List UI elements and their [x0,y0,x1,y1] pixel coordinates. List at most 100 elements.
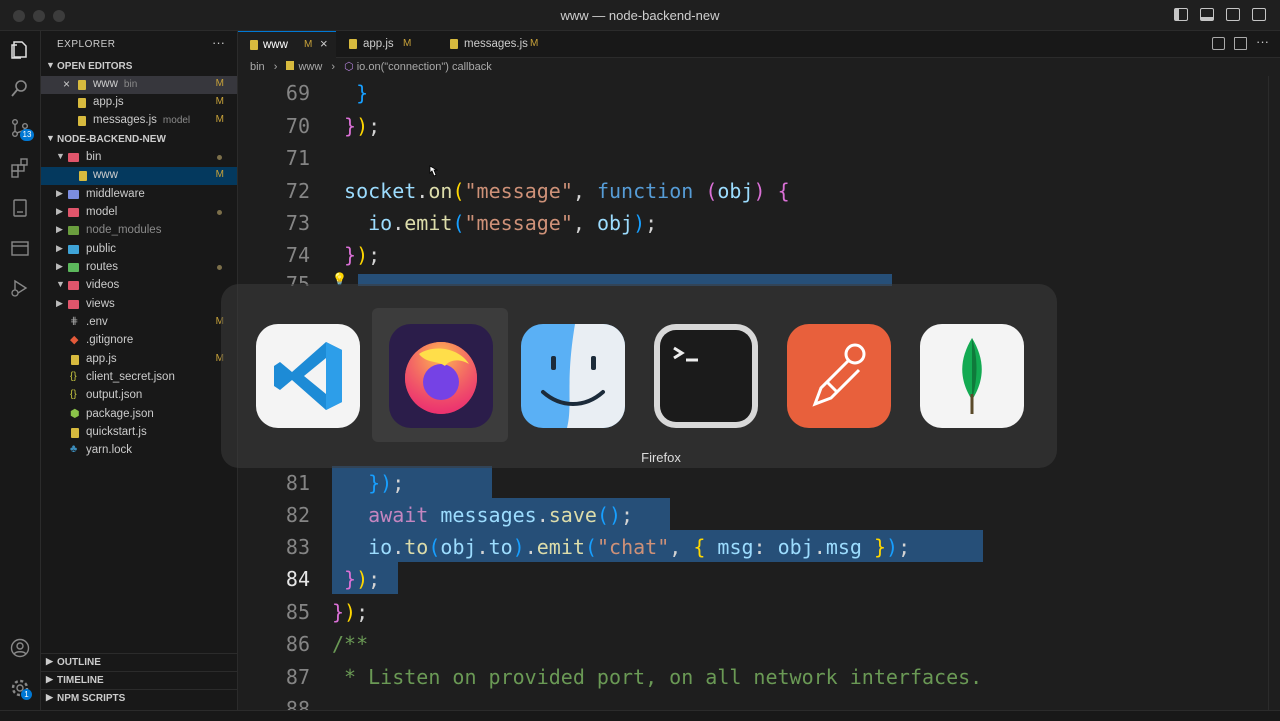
folder-icon [68,281,79,290]
editor-scrollbar[interactable] [1268,76,1280,716]
remote-explorer-icon[interactable] [9,197,31,219]
postman-icon[interactable] [787,324,891,428]
toggle-panel-icon[interactable] [1200,8,1214,21]
terminal-icon[interactable] [654,324,758,428]
tree-folder-node-modules[interactable]: ▶ node_modules [41,222,237,240]
close-icon[interactable]: × [320,36,328,51]
line-number: 86 [285,632,310,656]
tree-file-app-js[interactable]: app.js M [41,351,237,369]
line-number: 87 [285,665,310,689]
tree-file-client-secret[interactable]: {} client_secret.json [41,369,237,387]
code-line: }); [368,471,405,495]
status-bar [0,710,1280,721]
tree-folder-bin[interactable]: ▼ bin [41,149,237,167]
open-editor-item[interactable]: app.js M [41,94,237,112]
settings-file-icon: ⋕ [70,316,79,327]
project-section[interactable]: ▼ NODE-BACKEND-NEW [41,131,237,149]
more-actions-icon[interactable]: ··· [212,35,225,50]
tree-folder-middleware[interactable]: ▶ middleware [41,186,237,204]
toggle-sidebar-icon[interactable] [1174,8,1188,21]
json-file-icon: {} [70,389,77,400]
close-icon[interactable]: × [63,77,70,91]
explorer-sidebar: EXPLORER ··· ▼ OPEN EDITORS × www bin M ap… [41,31,238,720]
breadcrumb-item[interactable]: www [298,61,322,73]
code-line: * Listen on provided port, on all networ… [332,665,983,689]
compare-changes-icon[interactable] [1212,37,1225,50]
firefox-icon[interactable] [389,324,493,428]
account-icon[interactable] [9,637,31,659]
code-line: io.to(obj.to).emit("chat", { msg: obj.ms… [368,535,911,559]
js-file-icon [78,80,86,90]
breadcrumb-item[interactable]: io.on("connection") callback [357,61,492,73]
line-number: 70 [285,114,310,138]
js-file-icon [250,40,258,50]
js-file-icon [78,116,86,126]
npm-scripts-section[interactable]: ▶ NPM SCRIPTS [41,689,237,708]
app-switcher: Firefox [221,284,1057,468]
tree-file-output-json[interactable]: {} output.json [41,387,237,405]
selected-app-label: Firefox [641,450,681,465]
finder-icon[interactable] [521,324,625,428]
git-file-icon: ◆ [70,334,79,346]
folder-icon [68,245,79,254]
search-icon[interactable] [9,77,31,99]
line-number: 82 [285,503,310,527]
tab-www[interactable]: www M × [238,31,336,58]
breadcrumb: bin › www › ⬡ io.on("connection") callbac… [250,61,492,73]
folder-icon [68,300,79,309]
split-editor-icon[interactable] [1234,37,1247,50]
js-file-icon [450,39,458,49]
line-number: 72 [285,179,310,203]
mouse-cursor [428,164,439,178]
code-line: }); [332,600,369,624]
line-number: 73 [285,211,310,235]
run-debug-icon[interactable] [9,277,31,299]
tree-folder-views[interactable]: ▶ views [41,296,237,314]
json-file-icon: {} [70,371,77,382]
js-file-icon [349,39,357,49]
line-number: 81 [285,471,310,495]
tree-file-package-json[interactable]: ⬢ package.json [41,406,237,424]
tree-file-gitignore[interactable]: ◆ .gitignore [41,332,237,350]
tab-app-js[interactable]: app.js M [337,31,437,57]
tree-file-yarn-lock[interactable]: ♣ yarn.lock [41,442,237,460]
customize-layout-icon[interactable] [1252,8,1266,21]
tab-messages-js[interactable]: messages.js M [438,31,566,57]
window-title: www — node-backend-new [560,8,720,23]
toggle-secondary-sidebar-icon[interactable] [1226,8,1240,21]
folder-icon [68,208,79,217]
tree-folder-videos[interactable]: ▼ videos [41,277,237,295]
tree-file-quickstart[interactable]: quickstart.js [41,424,237,442]
editor-tabs: www M × app.js M messages.js M ··· [238,31,1280,58]
tree-file-env[interactable]: ⋕ .env M [41,314,237,332]
npm-file-icon: ⬢ [70,408,80,420]
more-actions-icon[interactable]: ··· [1256,34,1269,49]
code-line: /** [332,632,369,656]
open-editor-item[interactable]: × www bin M [41,76,237,94]
tree-folder-model[interactable]: ▶ model [41,204,237,222]
settings-badge: 1 [21,689,32,700]
explorer-icon[interactable] [9,39,31,61]
folder-icon [68,263,79,272]
code-line: }); [344,243,381,267]
breadcrumb-item[interactable]: bin [250,61,265,73]
outline-section[interactable]: ▶ OUTLINE [41,653,237,672]
line-number: 74 [285,243,310,267]
open-editors-section[interactable]: ▼ OPEN EDITORS [41,58,237,76]
extensions-icon[interactable] [9,157,31,179]
code-line: io.emit("message", obj); [368,211,658,235]
open-editor-item[interactable]: messages.js model M [41,112,237,130]
mongodb-compass-icon[interactable] [920,324,1024,428]
js-file-icon [78,98,86,108]
timeline-section[interactable]: ▶ TIMELINE [41,671,237,690]
line-number: 84 [285,567,310,591]
tree-folder-public[interactable]: ▶ public [41,241,237,259]
js-file-icon [71,428,79,438]
vscode-icon[interactable] [256,324,360,428]
tree-folder-routes[interactable]: ▶ routes [41,259,237,277]
tree-file-www[interactable]: www M [41,167,237,185]
containers-icon[interactable] [9,237,31,259]
code-line: } [356,81,369,105]
line-number: 69 [285,81,310,105]
folder-icon [68,226,79,235]
